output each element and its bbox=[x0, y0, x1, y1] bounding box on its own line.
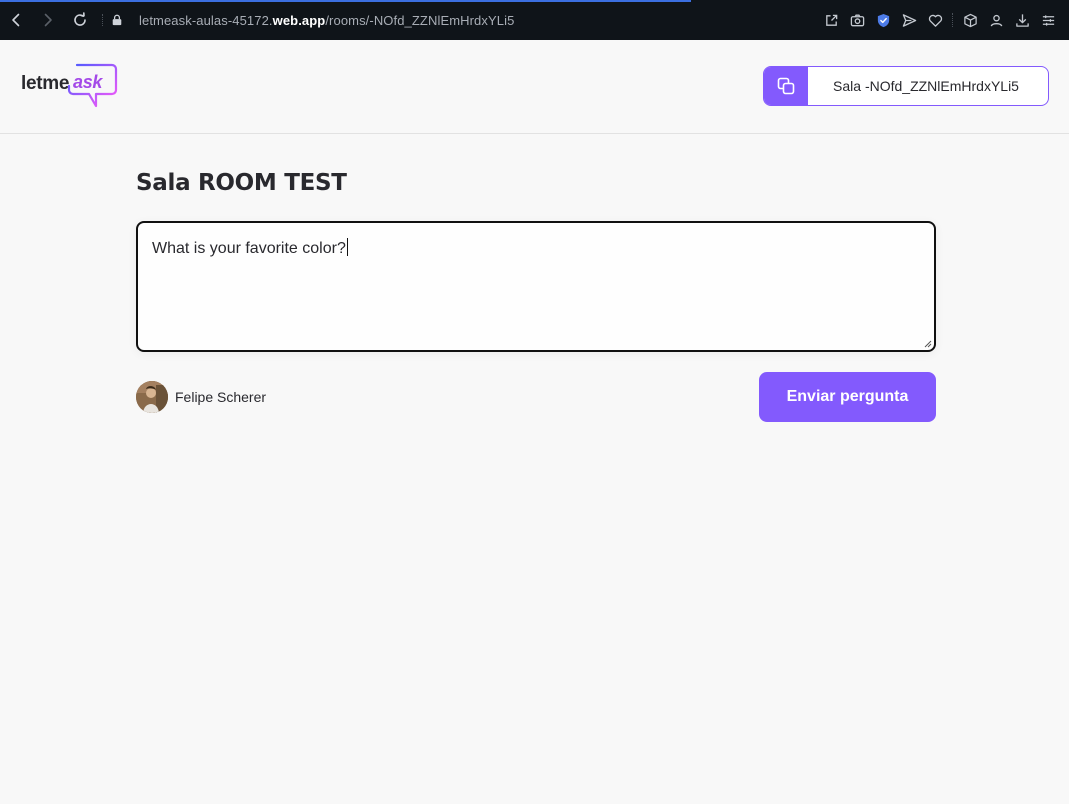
download-icon[interactable] bbox=[1009, 0, 1035, 40]
app-header: letme ask Sala -NOfd_ZZNlEmHrdxYLi5 bbox=[0, 40, 1069, 134]
page-load-progress bbox=[0, 0, 691, 2]
question-text: What is your favorite color? bbox=[152, 238, 348, 258]
url-path: /rooms/-NOfd_ZZNlEmHrdxYLi5 bbox=[325, 12, 515, 28]
reload-icon[interactable] bbox=[64, 0, 96, 40]
resize-handle-icon[interactable] bbox=[924, 340, 932, 348]
logo-text-accent: ask bbox=[73, 72, 103, 92]
copy-room-code-button[interactable]: Sala -NOfd_ZZNlEmHrdxYLi5 bbox=[763, 66, 1049, 106]
avatar bbox=[136, 381, 168, 413]
room-main: Sala ROOM TEST What is your favorite col… bbox=[136, 134, 936, 422]
browser-toolbar: letmeask-aulas-45172.web.app/rooms/-NOfd… bbox=[0, 0, 1069, 40]
text-caret bbox=[346, 238, 348, 256]
heart-icon[interactable] bbox=[922, 0, 948, 40]
copy-icon bbox=[764, 67, 808, 105]
shield-icon[interactable] bbox=[870, 0, 896, 40]
address-bar[interactable]: letmeask-aulas-45172.web.app/rooms/-NOfd… bbox=[139, 13, 514, 28]
url-domain: web.app bbox=[272, 12, 326, 28]
logo-text-primary: letme bbox=[21, 73, 70, 94]
user-name: Felipe Scherer bbox=[175, 389, 267, 405]
url-prefix: letmeask-aulas-45172. bbox=[139, 12, 273, 28]
cube-icon[interactable] bbox=[957, 0, 983, 40]
form-footer: Felipe Scherer Enviar pergunta bbox=[136, 372, 936, 422]
toolbar-divider bbox=[952, 13, 953, 27]
page-title: Sala ROOM TEST bbox=[136, 170, 347, 196]
question-textarea[interactable]: What is your favorite color? bbox=[136, 221, 936, 352]
user-info: Felipe Scherer bbox=[136, 381, 266, 413]
lock-icon[interactable] bbox=[111, 0, 125, 40]
share-icon[interactable] bbox=[818, 0, 844, 40]
letmeask-logo[interactable]: letme ask bbox=[21, 63, 119, 111]
forward-icon[interactable] bbox=[32, 0, 64, 40]
send-question-button[interactable]: Enviar pergunta bbox=[759, 372, 936, 422]
menu-icon[interactable] bbox=[1035, 0, 1061, 40]
toolbar-divider bbox=[102, 14, 103, 26]
camera-icon[interactable] bbox=[844, 0, 870, 40]
question-value: What is your favorite color? bbox=[152, 240, 346, 257]
back-icon[interactable] bbox=[0, 0, 32, 40]
profile-icon[interactable] bbox=[983, 0, 1009, 40]
room-code-label: Sala -NOfd_ZZNlEmHrdxYLi5 bbox=[833, 78, 1019, 94]
browser-actions bbox=[818, 0, 1061, 40]
send-icon[interactable] bbox=[896, 0, 922, 40]
